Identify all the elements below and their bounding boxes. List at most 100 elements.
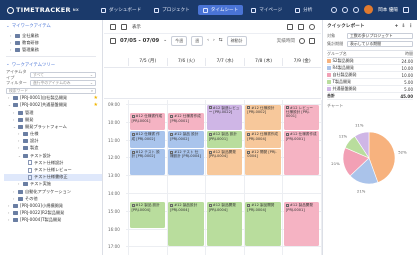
time-entry[interactable]: #12 製品 設計 [PRJ-0002] [168,131,204,148]
chevron-right-icon[interactable]: › [13,190,16,194]
tree-item[interactable]: テスト仕様書修正 [4,173,102,181]
nav-item-1[interactable]: プロジェクト [149,5,195,15]
checkbox-icon[interactable] [208,132,212,136]
chevron-right-icon[interactable]: › [8,96,11,100]
week-select[interactable]: 週 [191,35,204,46]
tree-item[interactable]: › 自動化アプリケーション [4,188,102,195]
checkbox-icon[interactable] [247,106,251,109]
tree-item[interactable]: › [PRJ-0003]小規模開発 [4,202,102,209]
expand-icon[interactable]: ⇆ [219,38,223,43]
more-icon[interactable]: ⋮ [408,24,413,29]
time-entry[interactable]: #12 製品 設計 [PRJ-0004] [129,202,166,229]
chevron-down-icon[interactable]: ⌄ [13,125,16,129]
menu-icon[interactable] [110,23,116,30]
chevron-right-icon[interactable]: › [18,139,21,143]
time-entry[interactable]: #12 テスト 設計 [PRJ-0002] [129,149,166,175]
filter-select[interactable]: 進行中のアイテムのみ ⌄ [30,79,96,86]
tree-item[interactable]: › その他 [4,195,102,202]
period-select[interactable]: 表示している期間 [347,41,413,47]
chevron-right-icon[interactable]: › [13,111,16,115]
time-entry[interactable]: #12 仕様書作成 [PRJ-0004] [245,131,281,148]
tree-item[interactable]: › [PRJ-0022]R2製品開発 [4,210,102,217]
today-button[interactable]: 今週 [171,35,188,46]
tree-item[interactable]: › 製造 [4,145,102,152]
chevron-right-icon[interactable]: › [13,118,16,122]
tree-item[interactable]: › [PRJ-0004]T製品開発 [4,217,102,224]
view-select[interactable]: 表示 [132,24,141,30]
nav-item-4[interactable]: 分析 [290,5,317,15]
chevron-right-icon[interactable]: › [18,132,21,136]
calendar-icon[interactable] [110,37,116,44]
settings-icon[interactable] [309,23,315,30]
chevron-down-icon[interactable]: ⌄ [163,38,167,43]
time-entry[interactable]: #12 製品開発 [PRJ-0001] [283,202,320,246]
chevron-right-icon[interactable]: › [13,197,16,201]
item-type-select[interactable]: すべて ⌄ [30,71,96,78]
checkbox-icon[interactable] [208,106,212,109]
my-items-header[interactable]: ⌄ マイワークアイテム [0,20,102,32]
checkbox-icon[interactable] [285,106,289,109]
checkbox-icon[interactable] [170,132,174,136]
checkbox-icon[interactable] [285,203,289,207]
tree-item[interactable]: › 開発 [4,116,102,123]
checkbox-icon[interactable] [208,150,212,154]
checkbox-icon[interactable] [131,203,135,207]
time-entry[interactable]: #12 レビュー 仕様設計 [PRJ-0001] [283,104,320,131]
checkbox-icon[interactable] [170,114,174,118]
time-entry[interactable]: #12 製品設計 [PRJ-0004] [168,202,204,246]
filter-icon[interactable] [309,37,315,44]
settings-icon[interactable] [331,6,338,13]
chevron-down-icon[interactable]: ⌄ [18,154,21,158]
time-entry[interactable]: #12 仕様書作成 [PRJ-0001] [168,113,204,131]
report-row[interactable]: R4製品開発 10.00 [327,65,413,72]
add-icon[interactable]: + [394,24,398,29]
time-entry[interactable]: #12 仕様設計 [PRJ-0002] [245,104,281,131]
nav-item-0[interactable]: ダッシュボード [96,5,146,15]
time-entry[interactable]: #12 開発 [PRJ-0004] [245,149,281,175]
refresh-icon[interactable] [287,23,293,30]
my-item[interactable]: › 教育研修 [10,39,102,46]
time-entry[interactable]: #12 製造レビュー [PRJ-0022] [206,104,243,131]
tree-item[interactable]: › 設計 [4,138,102,145]
tree-item[interactable]: ⌄ テスト設計 [4,152,102,159]
time-entry[interactable]: #12 製品開発 [PRJ-0004] [206,149,243,175]
notification-icon[interactable] [342,6,349,13]
prev-icon[interactable]: ‹ [207,38,209,43]
star-icon[interactable]: ★ [94,102,98,108]
tree-item[interactable]: ⌄ 開発プラットフォーム [4,123,102,130]
report-row[interactable]: 共通基盤開発 5.00 [327,86,413,93]
chevron-right-icon[interactable]: › [8,204,11,208]
tree-item[interactable]: テスト仕様設計 [4,159,102,166]
time-entry[interactable]: #12 仕様書 作成 [PRJ-0002] [129,131,166,148]
checkbox-icon[interactable] [208,203,212,207]
checkbox-icon[interactable] [247,203,251,207]
time-entry[interactable]: #12 仕様書作成 [PRJ-0001] [129,113,166,131]
my-item[interactable]: › 管理業務 [10,46,102,53]
help-icon[interactable] [353,6,360,13]
tree-item[interactable]: › [PRJ-0001]自社製品開発 ★ [4,95,102,102]
tree-item[interactable]: › テスト実施 [4,181,102,188]
checkbox-icon[interactable] [247,150,251,154]
checkbox-icon[interactable] [285,132,289,136]
report-row[interactable]: 自社製品開発 10.00 [327,72,413,79]
nav-item-2[interactable]: タイムシート [197,5,244,15]
chevron-down-icon[interactable]: ⌄ [8,103,11,107]
checkbox-icon[interactable] [131,114,135,118]
chevron-right-icon[interactable]: › [8,211,11,215]
tree-item[interactable]: テスト仕様レビュー [4,166,102,173]
chevron-right-icon[interactable]: › [18,146,21,150]
tree-item[interactable]: › 管理 [4,109,102,116]
checkbox-icon[interactable] [247,132,251,136]
checkbox-icon[interactable] [131,132,135,136]
report-row[interactable]: T製品開発 5.00 [327,79,413,86]
my-item[interactable]: › 全社業務 [10,32,102,39]
time-entry[interactable]: #12 製品開発 [PRJ-0004] [245,202,281,246]
time-entry[interactable]: #12 製品開発 [PRJ-0004] [206,202,243,246]
next-icon[interactable]: › [213,38,215,43]
tree-item[interactable]: › 仕様 [4,131,102,138]
user-name[interactable]: 岡本 優陽 [378,7,398,13]
grid-icon[interactable] [298,23,304,30]
chevron-right-icon[interactable]: › [18,182,21,186]
time-entry[interactable]: #12 製品 設計 [PRJ-0001] [206,131,243,148]
date-range[interactable]: 07/05 - 07/09 [120,38,159,44]
